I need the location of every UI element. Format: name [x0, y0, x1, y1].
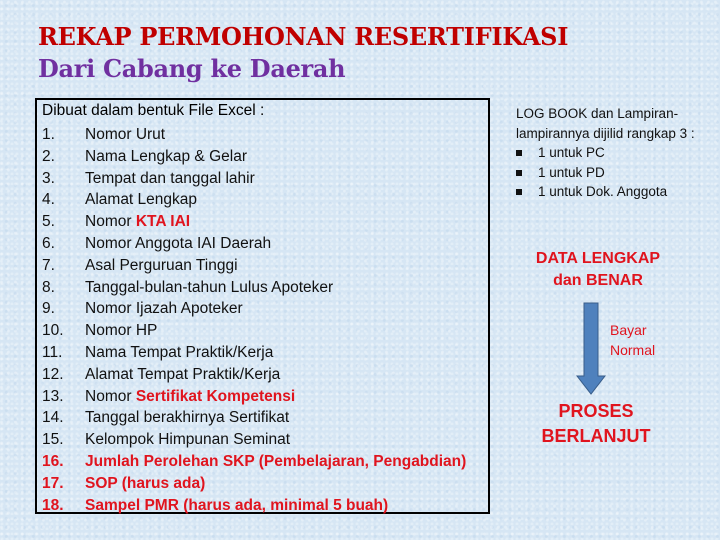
item-text: Nomor Urut [85, 126, 166, 143]
requirement-item: 18. Sampel PMR (harus ada, minimal 5 buah… [42, 495, 466, 517]
item-number: 11. [42, 343, 63, 361]
item-text: Nomor [85, 213, 136, 231]
requirement-item: 1. Nomor Urut [42, 124, 466, 146]
item-number: 4. [42, 191, 55, 209]
item-number: 13. [42, 387, 64, 405]
requirement-item: 11. Nama Tempat Praktik/Kerja [42, 342, 466, 364]
item-text: Tanggal berakhirnya Sertifikat [85, 409, 290, 427]
requirement-item: 17. SOP (harus ada) [42, 473, 466, 495]
title-line-1: REKAP PERMOHONAN RESERTIFIKASI [38, 22, 569, 51]
item-text: Nomor Ijazah Apoteker [85, 300, 243, 318]
requirements-header: Dibuat dalam bentuk File Excel : [42, 102, 265, 119]
item-text: Tanggal-bulan-tahun Lulus Apoteker [85, 278, 334, 296]
item-number: 1. [42, 126, 55, 143]
requirement-item: 9. Nomor Ijazah Apoteker [42, 298, 466, 320]
item-text: Sampel PMR (harus ada, minimal 5 buah) [85, 496, 389, 514]
requirement-item: 12. Alamat Tempat Praktik/Kerja [42, 364, 466, 386]
down-arrow-icon [576, 302, 606, 395]
arrow-label: Bayar Normal [610, 322, 656, 358]
requirement-item: 6. Nomor Anggota IAI Daerah [42, 233, 466, 255]
result-label: PROSES BERLANJUT [541, 401, 651, 446]
item-number: 5. [42, 213, 55, 231]
item-number: 16. [42, 452, 64, 470]
item-text: Kelompok Himpunan Seminat [85, 431, 291, 449]
item-number: 10. [42, 322, 64, 340]
requirements-box: Dibuat dalam bentuk File Excel : 1. Nomor… [35, 98, 490, 514]
logbook-intro: LOG BOOK dan Lampiran-lampirannya dijili… [516, 106, 695, 141]
logbook-bullets: 1 untuk PC 1 untuk PD 1 untuk Dok. Anggo… [516, 143, 706, 202]
item-text: Nomor Anggota IAI Daerah [85, 234, 272, 252]
logbook-bullet: 1 untuk Dok. Anggota [516, 182, 706, 202]
item-number: 8. [42, 278, 55, 296]
item-number: 9. [42, 300, 55, 318]
requirement-item: 5. Nomor KTA IAI [42, 211, 466, 233]
requirement-item: 4. Alamat Lengkap [42, 189, 466, 211]
item-text: Tempat dan tanggal lahir [85, 169, 255, 187]
logbook-bullet: 1 untuk PC [516, 143, 706, 163]
item-number: 3. [42, 169, 55, 187]
logbook-bullet: 1 untuk PD [516, 163, 706, 183]
title-line-2: Dari Cabang ke Daerah [38, 54, 346, 83]
requirements-list: 1. Nomor Urut 2. Nama Lengkap & Gelar 3. Temp… [42, 124, 466, 516]
item-number: 18. [42, 496, 64, 514]
requirement-item: 2. Nama Lengkap & Gelar [42, 146, 466, 168]
requirement-item: 7. Asal Perguruan Tinggi [42, 255, 466, 277]
item-number: 6. [42, 234, 55, 252]
item-number: 12. [42, 365, 64, 383]
requirement-item: 14. Tanggal berakhirnya Sertifikat [42, 407, 466, 429]
item-highlight: KTA IAI [135, 213, 191, 231]
item-number: 7. [42, 256, 55, 274]
square-bullet-icon [516, 189, 522, 195]
requirement-item: 3. Tempat dan tanggal lahir [42, 168, 466, 190]
item-number: 15. [42, 431, 64, 449]
item-text: Nama Tempat Praktik/Kerja [85, 343, 274, 361]
item-text: Nomor HP [85, 322, 158, 340]
item-text: Nomor [85, 387, 136, 405]
data-status-label: DATA LENGKAP dan BENAR [535, 250, 661, 289]
item-text: Asal Perguruan Tinggi [85, 256, 238, 274]
item-text: Jumlah Perolehan SKP (Pembelajaran, Peng… [85, 452, 467, 470]
item-text: SOP (harus ada) [85, 474, 206, 492]
logbook-note: LOG BOOK dan Lampiran-lampirannya dijili… [516, 104, 706, 202]
requirement-item: 10. Nomor HP [42, 320, 466, 342]
square-bullet-icon [516, 169, 522, 176]
item-highlight: Sertifikat Kompetensi [135, 387, 296, 405]
requirement-item: 15. Kelompok Himpunan Seminat [42, 429, 466, 451]
item-number: 14. [42, 409, 64, 427]
requirement-item: 13. Nomor Sertifikat Kompetensi [42, 386, 466, 408]
requirement-item: 16. Jumlah Perolehan SKP (Pembelajaran, P… [42, 451, 466, 473]
requirement-item: 8. Tanggal-bulan-tahun Lulus Apoteker [42, 277, 466, 299]
item-text: Nama Lengkap & Gelar [85, 147, 247, 165]
item-text: Alamat Lengkap [85, 191, 198, 209]
square-bullet-icon [516, 150, 522, 156]
item-number: 2. [42, 147, 55, 165]
item-number: 17. [42, 474, 64, 492]
item-text: Alamat Tempat Praktik/Kerja [85, 365, 281, 383]
